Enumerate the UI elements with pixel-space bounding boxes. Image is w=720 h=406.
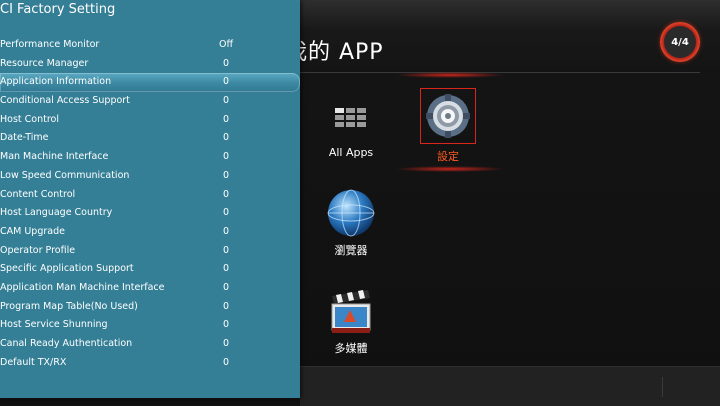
list-item[interactable]: Performance Monitor Off: [0, 36, 300, 55]
item-name: Application Information: [0, 76, 112, 88]
item-name: Content Control: [0, 188, 76, 200]
list-item[interactable]: Host Language Country 0: [0, 204, 300, 223]
bottom-bar: [300, 366, 720, 406]
app-tile-multimedia[interactable]: 多媒體: [311, 288, 391, 356]
gear-icon: [426, 94, 470, 138]
app-tile-browser[interactable]: 瀏覽器: [311, 188, 391, 258]
app-tile-settings[interactable]: 設定: [408, 88, 488, 164]
item-name: Resource Manager: [0, 57, 89, 69]
list-item[interactable]: Content Control 0: [0, 186, 300, 205]
list-item[interactable]: Default TX/RX 0: [0, 354, 300, 373]
item-name: CAM Upgrade: [0, 225, 65, 237]
item-name: Canal Ready Authentication: [0, 338, 133, 349]
focus-frame: [420, 88, 476, 144]
item-name: Specific Application Support: [0, 263, 134, 275]
item-value: 0: [222, 57, 230, 69]
item-name: Default TX/RX: [0, 356, 67, 368]
item-value: 0: [222, 207, 230, 219]
focus-glow-bottom: [395, 166, 505, 172]
focus-glow-top: [395, 72, 505, 78]
list-item[interactable]: Host Service Shunning 0: [0, 316, 300, 335]
item-value: 0: [222, 300, 230, 312]
list-item-selected[interactable]: Application Information 0: [0, 73, 300, 93]
item-name: Operator Profile: [0, 244, 76, 256]
item-name: Application Man Machine Interface: [0, 281, 165, 293]
item-value: 0: [222, 76, 230, 88]
list-item[interactable]: Man Machine Interface 0: [0, 148, 300, 167]
item-value: 0: [222, 281, 230, 293]
list-item[interactable]: Resource Manager 0: [0, 55, 300, 74]
app-label: 多媒體: [334, 342, 368, 355]
item-value: 0: [222, 188, 230, 200]
panel-title: CI Factory Setting: [0, 2, 116, 17]
list-item[interactable]: Low Speed Communication 0: [0, 167, 300, 186]
item-value: Off: [218, 39, 234, 50]
list-item[interactable]: CAM Upgrade 0: [0, 223, 300, 242]
item-value: 0: [222, 263, 230, 275]
app-label: 瀏覽器: [334, 244, 368, 257]
list-item[interactable]: Program Map Table(No Used) 0: [0, 298, 300, 317]
grid-icon: [311, 100, 391, 136]
item-value: 0: [222, 338, 230, 349]
list-item[interactable]: Operator Profile 0: [0, 242, 300, 261]
list-item[interactable]: Host Control 0: [0, 111, 300, 130]
item-value: 0: [222, 225, 230, 237]
item-name: Performance Monitor: [0, 39, 100, 50]
item-name: Host Control: [0, 113, 59, 125]
page-indicator[interactable]: 4/4: [660, 22, 700, 62]
item-name: Host Language Country: [0, 207, 113, 219]
list-item[interactable]: Canal Ready Authentication 0: [0, 335, 300, 354]
list-item[interactable]: Conditional Access Support 0: [0, 92, 300, 111]
item-value: 0: [222, 169, 230, 181]
item-name: Date-Time: [0, 132, 49, 144]
page-indicator-label: 4/4: [671, 36, 689, 48]
item-value: 0: [222, 319, 230, 331]
item-value: 0: [222, 244, 230, 256]
item-value: 0: [222, 132, 230, 144]
app-tile-all-apps[interactable]: All Apps: [311, 100, 391, 159]
item-name: Program Map Table(No Used): [0, 300, 138, 312]
bottom-bar-divider: [662, 377, 663, 397]
clapperboard-icon: [311, 288, 391, 336]
item-value: 0: [222, 356, 230, 368]
app-label: 設定: [437, 150, 459, 163]
item-name: Conditional Access Support: [0, 95, 130, 107]
ci-settings-list: Performance Monitor Off Resource Manager 0…: [0, 36, 300, 372]
item-value: 0: [222, 151, 230, 163]
app-label: All Apps: [328, 146, 374, 159]
ci-factory-setting-panel: CI Factory Setting Performance Monitor Of…: [0, 0, 300, 398]
list-item[interactable]: Specific Application Support 0: [0, 260, 300, 279]
globe-icon: [311, 188, 391, 238]
item-name: Host Service Shunning: [0, 319, 108, 331]
list-item[interactable]: Application Man Machine Interface 0: [0, 279, 300, 298]
item-value: 0: [222, 95, 230, 107]
item-name: Low Speed Communication: [0, 169, 130, 181]
list-item[interactable]: Date-Time 0: [0, 129, 300, 148]
item-name: Man Machine Interface: [0, 151, 109, 163]
item-value: 0: [222, 113, 230, 125]
